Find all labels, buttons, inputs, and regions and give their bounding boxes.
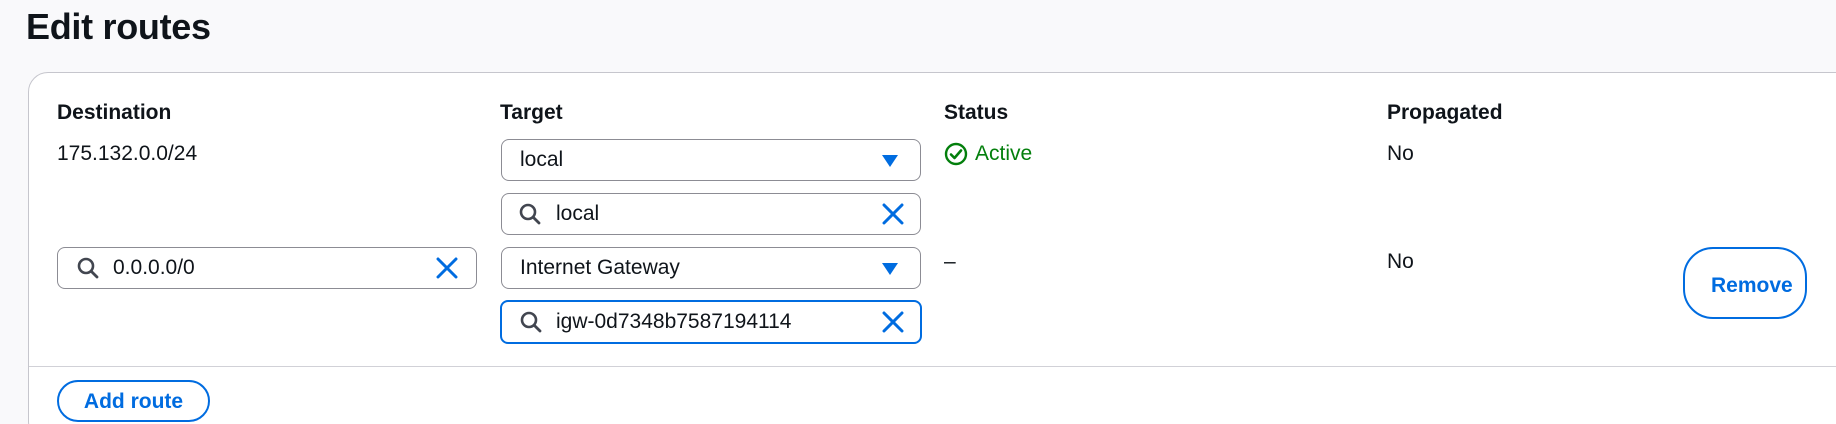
search-icon [77,257,99,279]
caret-down-icon [882,263,898,275]
target-value-input[interactable]: igw-0d7348b7587194114 [500,300,922,344]
propagated-value: No [1387,250,1414,273]
target-type-select[interactable]: local [501,139,921,181]
remove-route-button[interactable]: Remove [1683,247,1807,319]
target-type-value: local [520,148,564,171]
close-icon[interactable] [882,311,904,333]
route-destination-text: 175.132.0.0/24 [57,142,198,165]
destination-input-value: 0.0.0.0/0 [113,256,195,279]
check-circle-icon [944,142,968,166]
target-type-value: Internet Gateway [520,256,680,279]
target-value-text: igw-0d7348b7587194114 [556,310,792,333]
caret-down-icon [882,155,898,167]
target-value-input[interactable]: local [501,193,921,235]
destination-input[interactable]: 0.0.0.0/0 [57,247,477,289]
target-type-select[interactable]: Internet Gateway [501,247,921,289]
column-header-status: Status [944,101,1009,124]
close-icon[interactable] [436,257,458,279]
propagated-value: No [1387,142,1414,165]
status-text: – [944,250,956,273]
search-icon [519,203,541,225]
column-header-destination: Destination [57,101,172,124]
close-icon[interactable] [882,203,904,225]
page-title: Edit routes [26,6,211,47]
column-header-target: Target [500,101,563,124]
status-text: Active [975,142,1033,165]
divider [29,366,1836,367]
target-value-text: local [556,202,600,225]
add-route-button[interactable]: Add route [57,380,210,422]
column-header-propagated: Propagated [1387,101,1503,124]
edit-routes-page: Edit routes Destination Target Status Pr… [0,0,1836,424]
status-badge: Active [944,141,1032,167]
search-icon [520,311,542,333]
